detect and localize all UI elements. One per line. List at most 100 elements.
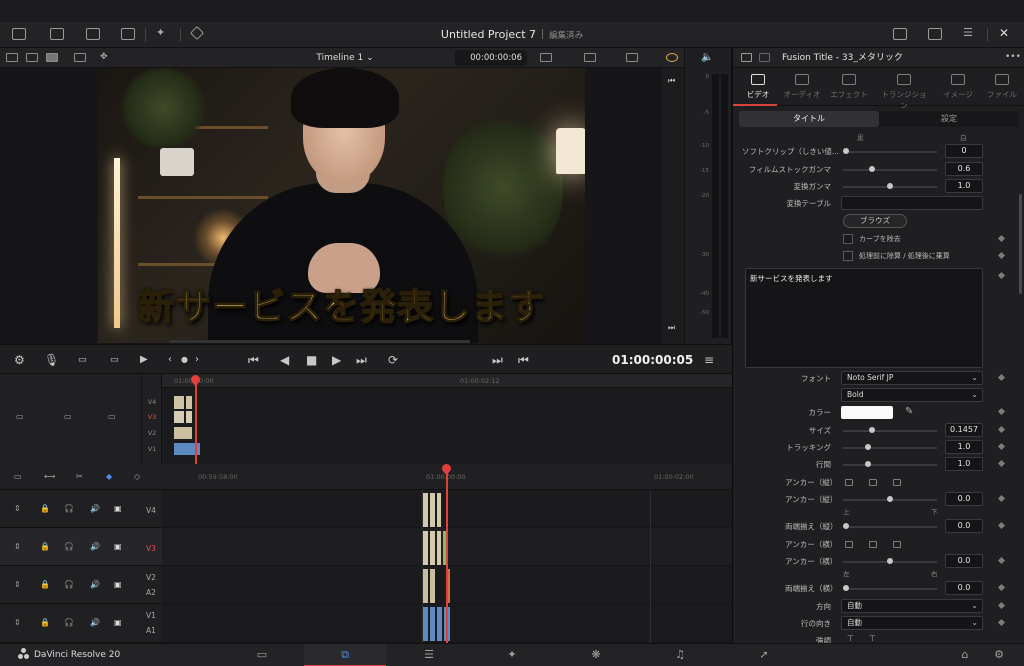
anchor-middle-button[interactable]	[869, 479, 877, 486]
anchor-right-button[interactable]	[893, 541, 901, 548]
media-page-icon[interactable]: ▭	[255, 649, 269, 661]
speaker-icon[interactable]: 🔊	[90, 542, 100, 551]
keyframe-icon[interactable]	[997, 407, 1006, 416]
anchor-v-value[interactable]: 0.0	[945, 492, 983, 506]
match-frame-icon[interactable]: ▶	[140, 353, 148, 367]
inspector-icon[interactable]: ✕	[999, 27, 1013, 40]
edit-index-icon[interactable]	[121, 28, 135, 40]
segment-title[interactable]: タイトル	[739, 111, 879, 127]
soft-clip-value[interactable]: 0	[945, 144, 983, 158]
select-icon[interactable]: ▭	[14, 472, 22, 481]
settings-gear-icon[interactable]: ⚙	[992, 649, 1006, 661]
playhead[interactable]	[446, 470, 448, 643]
keyframe-icon[interactable]	[997, 601, 1006, 610]
font-style-dropdown[interactable]: Bold ⌄	[841, 388, 983, 402]
prev-frame-icon[interactable]: ⏮	[668, 76, 675, 86]
keyframe-icon[interactable]	[997, 521, 1006, 530]
keyframe-icon[interactable]	[997, 373, 1006, 382]
next-edit-icon[interactable]: ›	[195, 353, 199, 367]
clip-v3[interactable]	[437, 531, 441, 565]
keyframe-icon[interactable]	[997, 459, 1006, 468]
film-icon[interactable]: ▣	[114, 542, 122, 551]
conv-table-input[interactable]	[841, 196, 983, 210]
browse-button[interactable]: ブラウズ	[843, 214, 907, 228]
next-frame-icon[interactable]: ⏭	[668, 323, 675, 333]
move-icon[interactable]: ⇕	[14, 542, 21, 551]
effects-icon[interactable]: ✦	[156, 27, 170, 40]
keyframe-icon[interactable]	[997, 425, 1006, 434]
headphones-icon[interactable]: 🎧	[64, 580, 74, 589]
color-page-icon[interactable]: ❋	[589, 649, 603, 661]
justify-v-value[interactable]: 0.0	[945, 519, 983, 533]
film-gamma-slider[interactable]	[843, 166, 937, 172]
anchor-h-slider[interactable]	[843, 558, 937, 564]
move-icon[interactable]: ⇕	[14, 618, 21, 627]
tracking-value[interactable]: 1.0	[945, 440, 983, 454]
go-start-icon[interactable]: ⏮	[248, 353, 259, 367]
justify-h-slider[interactable]	[843, 585, 937, 591]
media-pool-icon[interactable]	[12, 28, 26, 40]
size-value[interactable]: 0.1457	[945, 423, 983, 437]
clip-v2[interactable]	[174, 427, 192, 439]
film-gamma-value[interactable]: 0.6	[945, 162, 983, 176]
inspector-split-icon[interactable]	[759, 53, 770, 62]
clip-v1[interactable]	[437, 607, 442, 641]
clip-v4[interactable]	[437, 493, 441, 527]
video-viewer[interactable]: 新サービスを発表します	[0, 68, 684, 344]
loop-icon[interactable]: ⟳	[388, 353, 398, 367]
speaker-icon[interactable]: 🔊	[90, 618, 100, 627]
clip-v4[interactable]	[423, 493, 428, 527]
clip-v3[interactable]	[174, 411, 184, 423]
lock-icon[interactable]: 🔒	[40, 580, 50, 589]
keyframe-icon[interactable]	[997, 251, 1006, 260]
clip-v2[interactable]	[430, 569, 435, 603]
metadata-icon[interactable]	[928, 28, 942, 40]
grid-icon[interactable]	[74, 53, 86, 62]
clip-v2[interactable]	[423, 569, 428, 603]
clip-out-icon[interactable]: ▭	[110, 353, 119, 367]
flag-icon[interactable]: ◇	[134, 472, 140, 481]
source-timecode[interactable]: 00:00:00:06	[455, 50, 527, 66]
film-icon[interactable]: ▣	[114, 580, 122, 589]
anchor-v-slider[interactable]	[843, 496, 937, 502]
clip-v4[interactable]	[174, 396, 184, 409]
edit-page-icon[interactable]: ☰	[422, 649, 436, 661]
segment-settings[interactable]: 設定	[879, 111, 1019, 127]
settings-sliders-icon[interactable]: ⚙	[14, 353, 25, 367]
pre-post-checkbox[interactable]	[843, 251, 853, 261]
tab-video[interactable]: ビデオ	[733, 68, 783, 106]
reverse-play-icon[interactable]: ◀	[280, 353, 289, 367]
track-header-v1[interactable]: ⇕ 🔒 🎧 🔊 ▣ V1 A1	[0, 604, 162, 643]
blade-icon[interactable]: ✂	[76, 472, 83, 481]
trim-icon[interactable]: ▭	[64, 412, 72, 421]
anchor-h-value[interactable]: 0.0	[945, 554, 983, 568]
anchor-left-button[interactable]	[845, 541, 853, 548]
clip-v3[interactable]	[430, 531, 435, 565]
clip-icon[interactable]: ▭	[16, 412, 24, 421]
track-header-v2[interactable]: ⇕ 🔒 🎧 🔊 ▣ V2 A2	[0, 566, 162, 604]
keyframe-icon[interactable]	[997, 494, 1006, 503]
move-icon[interactable]: ⇕	[14, 504, 21, 513]
play-icon[interactable]: ▶	[332, 353, 341, 367]
headphones-icon[interactable]: 🎧	[64, 542, 74, 551]
more-options-icon[interactable]: •••	[1005, 52, 1021, 62]
deliver-page-icon[interactable]: ➚	[757, 649, 771, 661]
playhead[interactable]	[195, 378, 197, 464]
eyedropper-icon[interactable]: ✎	[905, 406, 913, 417]
lock-icon[interactable]: 🔒	[40, 542, 50, 551]
title-text-area[interactable]: 新サービスを発表します	[745, 268, 983, 368]
line-direction-dropdown[interactable]: 自動 ⌄	[841, 616, 983, 630]
keyframe-icon[interactable]	[997, 618, 1006, 627]
track-header-v3[interactable]: ⇕ 🔒 🎧 🔊 ▣ V3	[0, 528, 162, 566]
soft-clip-slider[interactable]	[843, 148, 937, 154]
tab-transition[interactable]: トランジション	[879, 68, 929, 110]
clip-v1[interactable]	[430, 607, 435, 641]
transform-icon[interactable]: ✥	[100, 53, 112, 62]
clip-v1[interactable]	[423, 607, 428, 641]
font-dropdown[interactable]: Noto Serif JP ⌄	[841, 371, 983, 385]
anchor-center-button[interactable]	[869, 541, 877, 548]
view-cinema-icon[interactable]	[46, 53, 58, 62]
hd-icon[interactable]	[584, 53, 596, 62]
audio-icon[interactable]: ▭	[108, 412, 116, 421]
go-end-icon[interactable]: ⏭	[356, 353, 367, 367]
